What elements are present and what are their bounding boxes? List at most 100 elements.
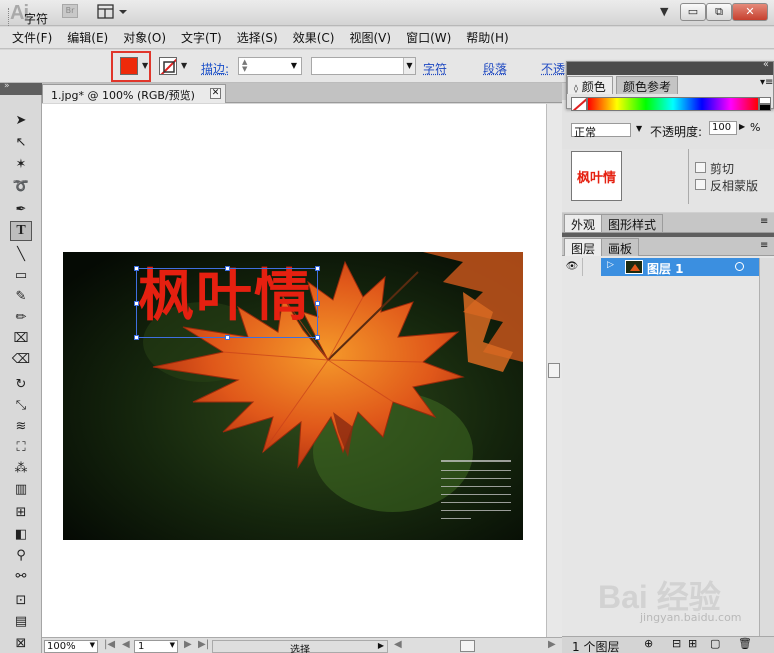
selection-bounding-box[interactable] [136,268,318,338]
character-link[interactable]: 字符 [423,60,447,77]
font-dropdown-icon[interactable]: ▼ [403,58,415,74]
stroke-weight-dropdown-icon[interactable]: ▼ [291,61,297,70]
rotate-tool-icon[interactable]: ↻ [10,374,32,394]
bridge-button[interactable]: Br [62,4,78,18]
eyedropper-tool-icon[interactable]: ⚲ [10,545,32,565]
first-page-icon[interactable]: |◀ [104,639,115,650]
resize-handle[interactable] [315,266,320,271]
scroll-right-icon[interactable]: ▶ [548,639,556,650]
spinner-icon[interactable]: ▲ ▼ [242,59,247,73]
menu-select[interactable]: 选择(S) [237,29,278,46]
blend-tool-icon[interactable]: ⚯ [10,566,32,586]
symbol-sprayer-tool-icon[interactable]: ⁂ [10,458,32,478]
zoom-dropdown-icon[interactable]: ▼ [90,641,95,649]
blend-mode-dropdown-icon[interactable]: ▼ [636,124,642,133]
layers-menu-icon[interactable]: ≡ [760,240,768,251]
resize-handle[interactable] [315,335,320,340]
layer-target-icon[interactable] [735,262,744,271]
opacity-stepper-icon[interactable]: ▶ [739,122,745,131]
expand-triangle-icon[interactable]: ▷ [607,260,614,270]
eraser-tool-icon[interactable]: ⌫ [10,349,32,369]
resize-handle[interactable] [225,335,230,340]
status-mode[interactable]: 选择 ▶ [212,640,388,653]
resize-handle[interactable] [315,301,320,306]
close-window-button[interactable]: ✕ [732,3,768,21]
opacity-input[interactable]: 100 [709,121,737,135]
clip-checkbox[interactable] [695,162,706,173]
restore-button[interactable]: ⧉ [706,3,732,21]
menu-view[interactable]: 视图(V) [349,29,391,46]
arrange-documents-button[interactable] [96,3,130,21]
tab-color-guide[interactable]: 颜色参考 [616,76,678,94]
none-color-swatch[interactable] [571,97,587,111]
hand-tool-icon[interactable]: ▤ [10,611,32,631]
opacity-link[interactable]: 不透 [541,60,565,77]
zoom-select[interactable]: 100% ▼ [44,640,98,653]
new-layer-icon[interactable]: ▢ [710,637,720,650]
next-page-icon[interactable]: ▶ [184,639,192,650]
menu-edit[interactable]: 编辑(E) [67,29,108,46]
stroke-label[interactable]: 描边: [201,60,229,77]
layer-name[interactable]: 图层 1 [647,260,684,277]
prev-page-icon[interactable]: ◀ [122,639,130,650]
clipping-mask-icon[interactable]: ⊟ [672,637,681,650]
resize-handle[interactable] [225,266,230,271]
scroll-left-icon[interactable]: ◀ [394,639,402,650]
color-panel-header[interactable]: « [567,62,773,75]
document-tab[interactable]: 1.jpg* @ 100% (RGB/预览) ✕ [42,84,226,103]
toolbox-header[interactable]: » [0,83,42,95]
collapse-panel-icon[interactable]: « [763,59,769,70]
graph-tool-icon[interactable]: ▥ [10,479,32,499]
blend-mode-select[interactable]: 正常 [571,123,631,137]
page-dropdown-icon[interactable]: ▼ [170,641,175,649]
collapse-icon[interactable]: » [4,81,10,91]
object-thumbnail[interactable]: 枫叶情 [571,151,622,201]
paintbrush-tool-icon[interactable]: ✎ [10,286,32,306]
layer-row[interactable]: ▷ 图层 1 [601,258,759,276]
line-tool-icon[interactable]: ╲ [10,244,32,264]
invert-mask-checkbox[interactable] [695,179,706,190]
paragraph-link[interactable]: 段落 [483,60,507,77]
page-select[interactable]: 1 ▼ [134,640,178,653]
pencil-tool-icon[interactable]: ✏ [10,307,32,327]
new-sublayer-icon[interactable]: ⊞ [688,637,697,650]
resize-handle[interactable] [134,266,139,271]
menu-effect[interactable]: 效果(C) [293,29,335,46]
layers-scrollbar[interactable] [759,258,774,636]
tab-color[interactable]: ◊ 颜色 [567,76,613,94]
warp-tool-icon[interactable]: ≋ [10,416,32,436]
menu-file[interactable]: 文件(F) [12,29,52,46]
font-select[interactable]: ▼ [311,57,416,75]
menu-window[interactable]: 窗口(W) [406,29,451,46]
menu-type[interactable]: 文字(T) [181,29,222,46]
appearance-menu-icon[interactable]: ≡ [760,216,768,227]
delete-layer-icon[interactable]: 🗑 [738,637,752,650]
tab-appearance[interactable]: 外观 [564,214,602,232]
minimize-button[interactable]: ▭ [680,3,706,21]
fill-dropdown-icon[interactable]: ▼ [142,61,148,70]
tab-artboards[interactable]: 画板 [601,238,639,256]
panel-menu-icon[interactable]: ▾≡ [760,77,773,88]
selection-tool-icon[interactable]: ➤ [10,110,32,130]
pen-tool-icon[interactable]: ✒ [10,199,32,219]
close-tab-icon[interactable]: ✕ [210,88,221,99]
tab-graphic-styles[interactable]: 图形样式 [601,214,663,232]
magic-wand-tool-icon[interactable]: ✶ [10,154,32,174]
rectangle-tool-icon[interactable]: ▭ [10,265,32,285]
type-tool-icon[interactable]: T [10,221,32,241]
stroke-dropdown-icon[interactable]: ▼ [181,61,187,70]
horizontal-scroll-thumb[interactable] [460,640,475,652]
resize-handle[interactable] [134,301,139,306]
slice-tool-icon[interactable]: ⊡ [10,590,32,610]
scale-tool-icon[interactable]: ⤡ [10,395,32,415]
free-transform-tool-icon[interactable]: ⛶ [10,437,32,457]
workspace-dropdown-icon[interactable]: ▼ [660,5,668,18]
status-menu-icon[interactable]: ▶ [378,641,384,650]
last-page-icon[interactable]: ▶| [198,639,209,650]
menu-help[interactable]: 帮助(H) [466,29,508,46]
resize-handle[interactable] [134,335,139,340]
control-bar-grip[interactable] [8,8,12,26]
gradient-tool-icon[interactable]: ◧ [10,524,32,544]
lasso-tool-icon[interactable]: ➰ [10,176,32,196]
fill-color-swatch[interactable] [120,57,138,75]
